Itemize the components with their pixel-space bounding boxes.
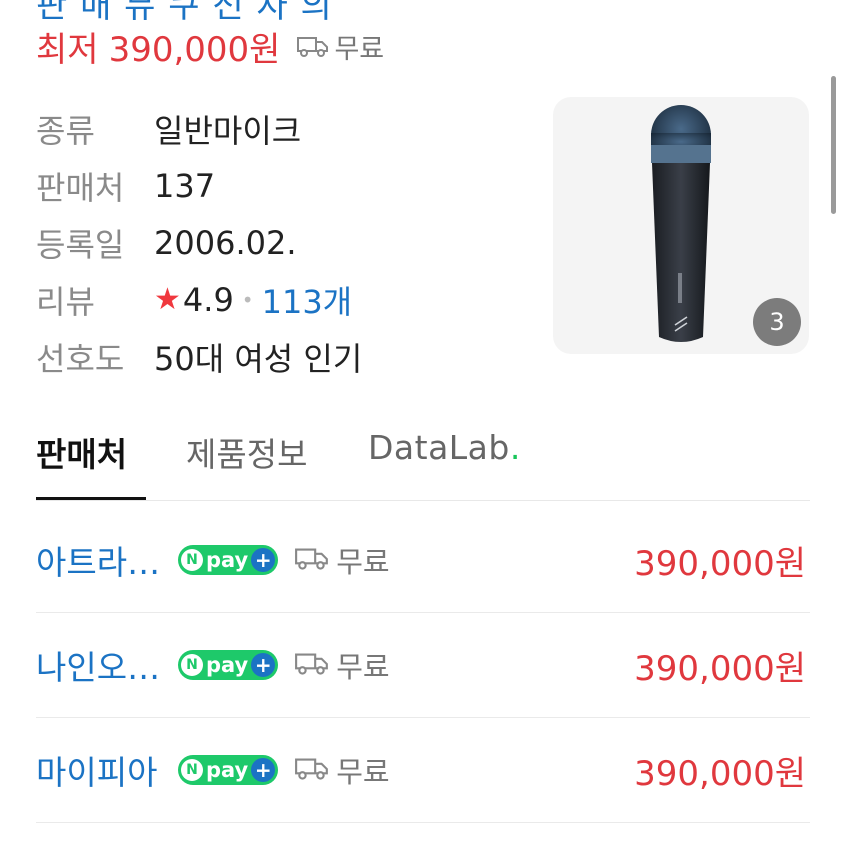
seller-row[interactable]: 나인오… N pay + 무료 390,000원	[36, 613, 810, 718]
seller-list: 아트라… N pay + 무료 390,000원 나인오… N pay + 무료…	[36, 508, 810, 823]
spec-key: 선호도	[36, 339, 125, 378]
tab-product-info[interactable]: 제품정보	[186, 428, 307, 476]
product-image[interactable]: 3	[553, 97, 809, 354]
lowest-price-row: 최저 390,000원 무료	[36, 22, 384, 70]
seller-name[interactable]: 마이피아	[36, 746, 178, 794]
spec-row-registered: 등록일 2006.02.	[36, 214, 536, 271]
active-tab-indicator	[36, 497, 146, 500]
npay-label: pay	[206, 758, 249, 782]
shipping-label: 무료	[336, 755, 390, 789]
tab-datalab[interactable]: DataLab.	[368, 428, 521, 467]
seller-row[interactable]: 아트라… N pay + 무료 390,000원	[36, 508, 810, 613]
tab-bar: 판매처 제품정보 DataLab.	[36, 420, 810, 501]
npay-label: pay	[206, 653, 249, 677]
price-label: 최저	[36, 29, 99, 70]
spec-row-type: 종류 일반마이크	[36, 100, 536, 157]
seller-shipping: 무료	[294, 749, 390, 791]
seller-name[interactable]: 나인오…	[36, 641, 178, 689]
review-count-link[interactable]: 113개	[262, 277, 353, 323]
shipping-label: 무료	[336, 545, 390, 579]
separator-dot: •	[241, 287, 254, 312]
seller-name[interactable]: 아트라…	[36, 536, 178, 584]
spec-row-sellers: 판매처 137	[36, 157, 536, 214]
brand-mark	[678, 273, 682, 303]
npay-plus-badge: N pay +	[178, 650, 279, 680]
spec-key: 종류	[36, 111, 95, 150]
tab-sellers[interactable]: 판매처	[36, 428, 127, 476]
spec-key: 리뷰	[36, 282, 95, 321]
plus-icon: +	[251, 548, 276, 572]
rating-value: 4.9	[182, 280, 234, 319]
shipping-info: 무료	[296, 27, 384, 66]
spec-row-preference: 선호도 50대 여성 인기	[36, 328, 536, 385]
image-count-badge: 3	[753, 298, 801, 346]
spec-key: 판매처	[36, 168, 125, 207]
truck-icon	[294, 545, 330, 575]
scrollbar-thumb[interactable]	[831, 76, 836, 214]
star-icon: ★	[154, 282, 181, 317]
plus-icon: +	[251, 758, 276, 782]
truck-icon	[296, 34, 330, 58]
spec-value: 50대 여성 인기	[154, 339, 363, 378]
npay-plus-badge: N pay +	[178, 545, 279, 575]
spec-key: 등록일	[36, 225, 125, 264]
seller-shipping: 무료	[294, 539, 390, 581]
tab-datalab-label: DataLab	[368, 428, 510, 467]
npay-plus-badge: N pay +	[178, 755, 279, 785]
spec-value: 일반마이크	[154, 111, 302, 150]
seller-price[interactable]: 390,000원	[634, 746, 806, 795]
npay-logo-icon: N	[181, 654, 203, 676]
shipping-label: 무료	[334, 33, 385, 65]
npay-logo-icon: N	[181, 759, 203, 781]
truck-icon	[294, 650, 330, 680]
spec-row-review: 리뷰 ★ 4.9 • 113개	[36, 271, 536, 328]
seller-price[interactable]: 390,000원	[634, 641, 806, 690]
review-summary[interactable]: ★ 4.9 • 113개	[154, 277, 352, 323]
truck-icon	[294, 755, 330, 785]
datalab-dot: .	[509, 428, 521, 467]
spec-list: 종류 일반마이크 판매처 137 등록일 2006.02. 리뷰 ★ 4.9 •…	[36, 100, 536, 385]
seller-row[interactable]: 마이피아 N pay + 무료 390,000원	[36, 718, 810, 823]
spec-value: 137	[154, 166, 216, 205]
plus-icon: +	[251, 653, 276, 677]
spec-value: 2006.02.	[154, 223, 297, 262]
seller-price[interactable]: 390,000원	[634, 536, 806, 585]
seller-shipping: 무료	[294, 644, 390, 686]
npay-label: pay	[206, 548, 249, 572]
npay-logo-icon: N	[181, 549, 203, 571]
lowest-price: 390,000원	[108, 29, 281, 70]
shipping-label: 무료	[336, 650, 390, 684]
